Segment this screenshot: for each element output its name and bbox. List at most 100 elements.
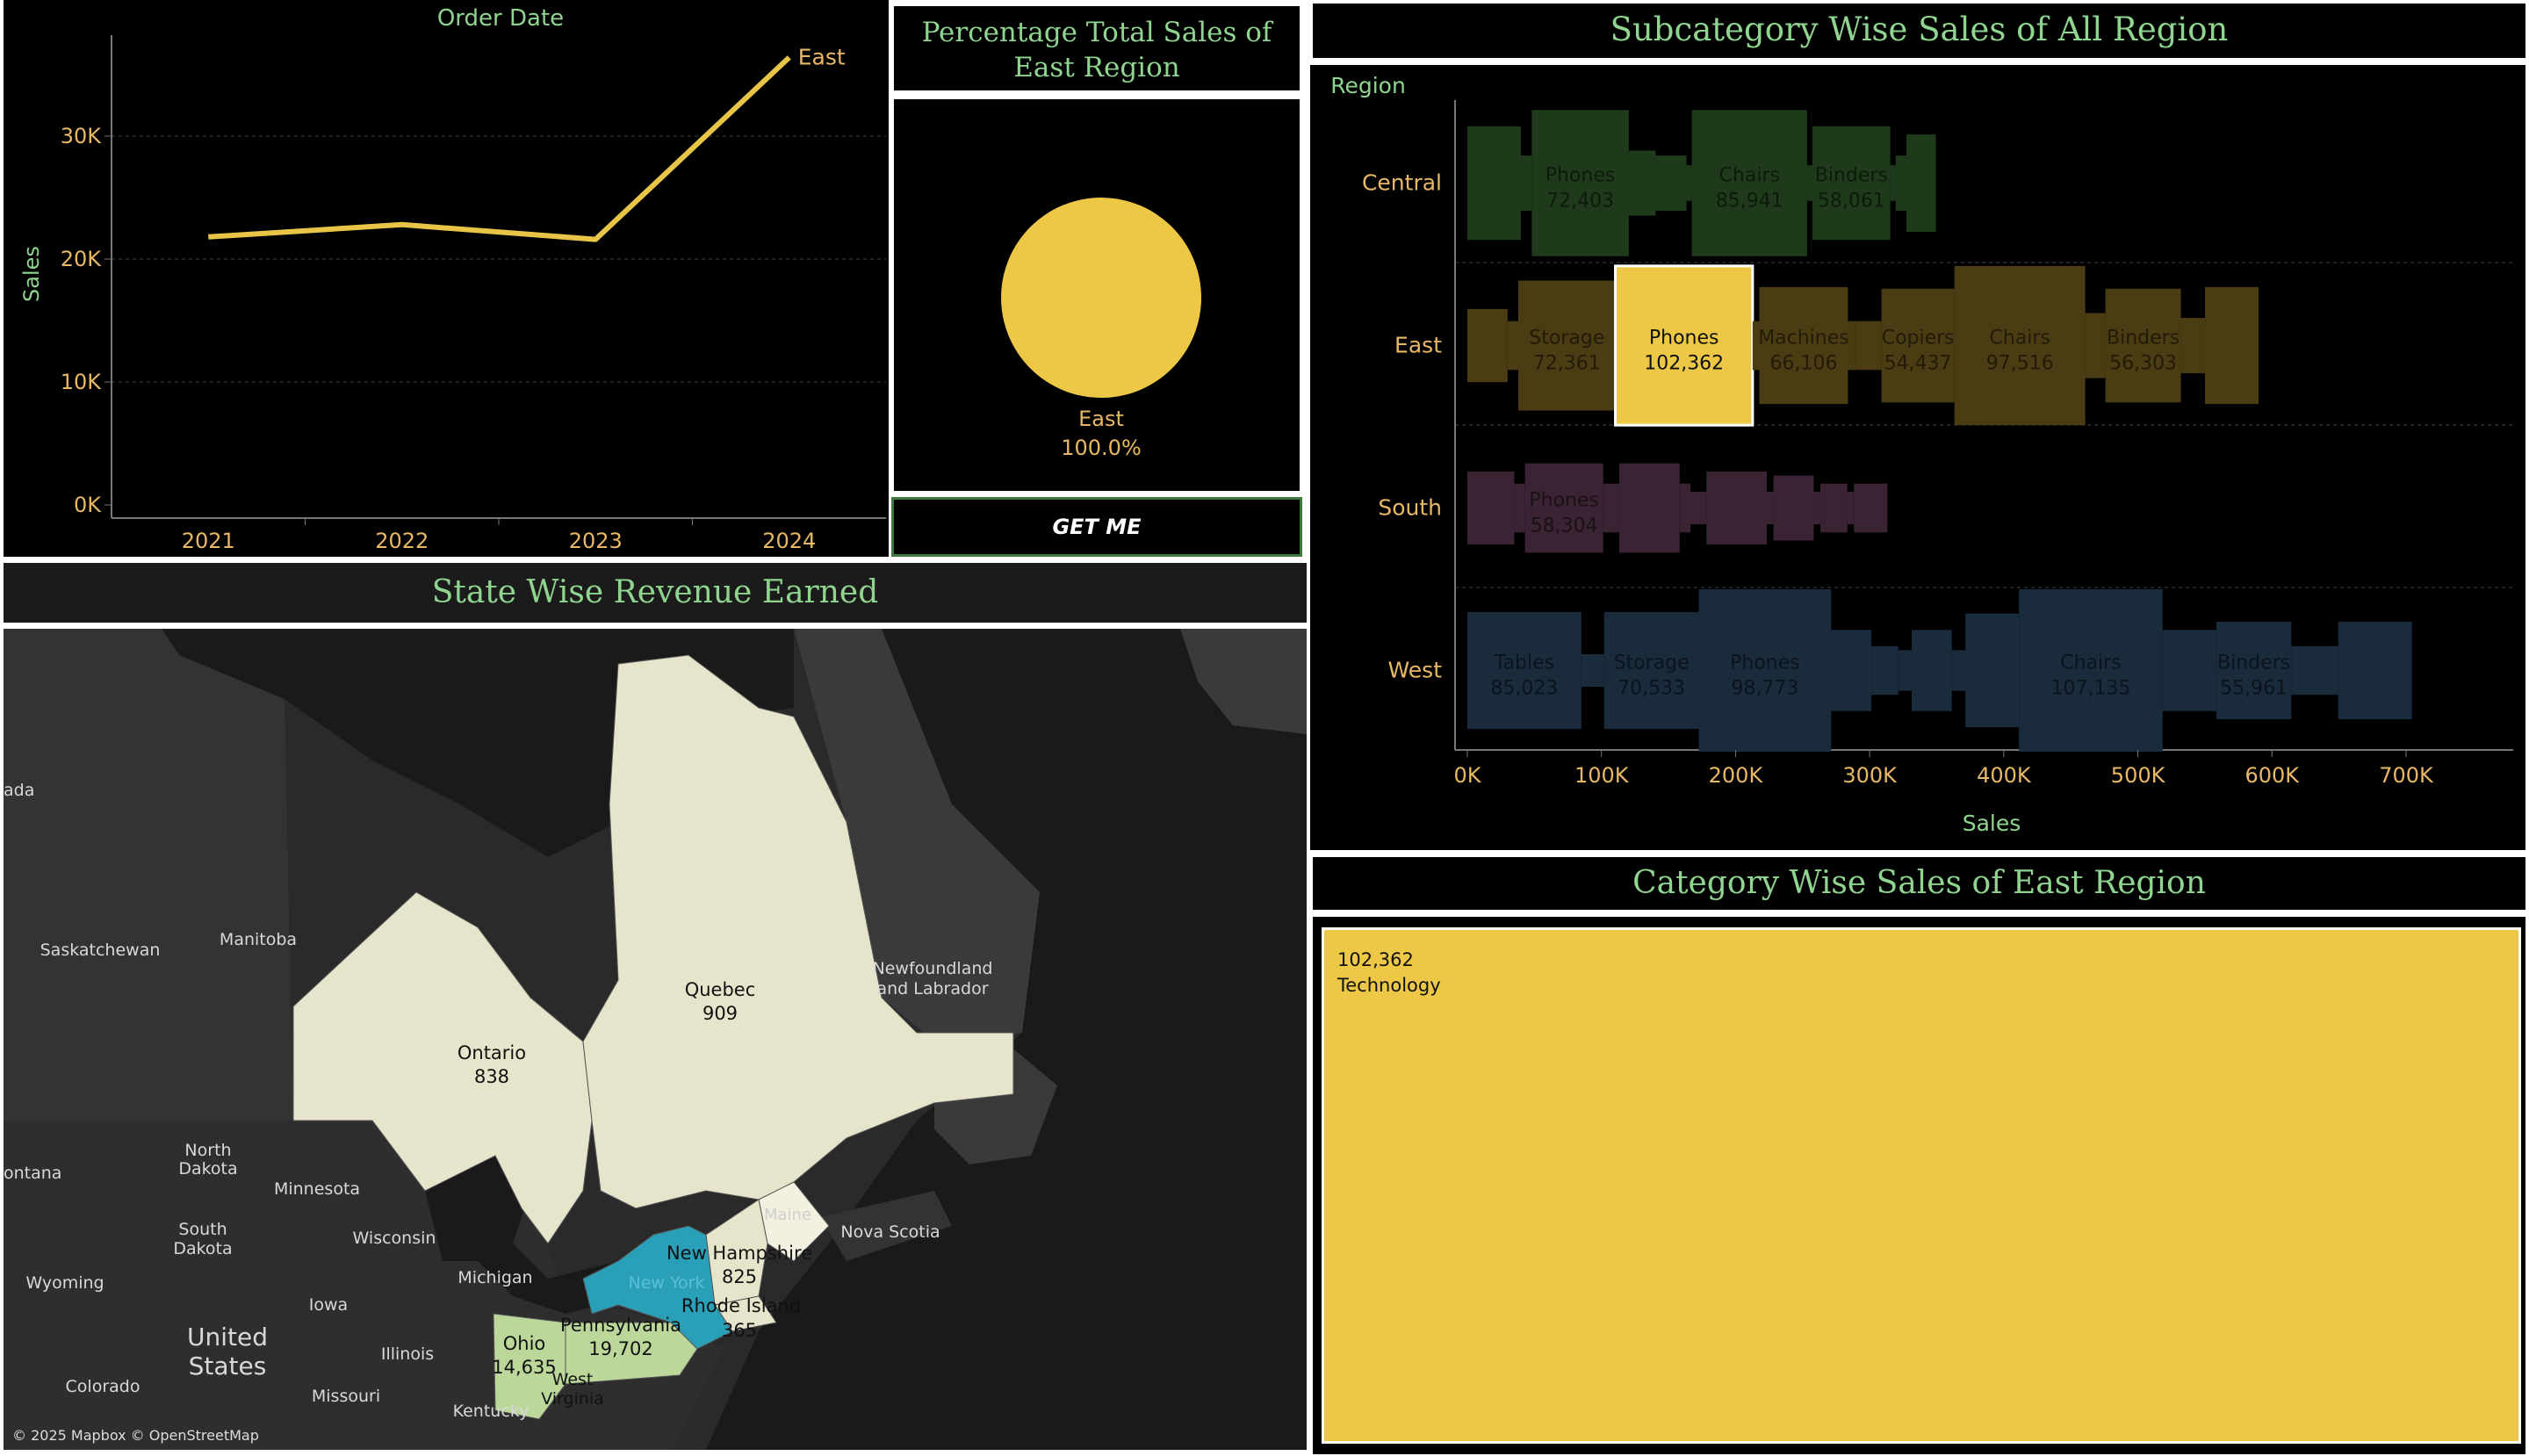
bar-segment-west[interactable] xyxy=(2162,630,2216,711)
bar-segment-east[interactable] xyxy=(2085,313,2106,378)
segment-label: Tables xyxy=(1494,652,1554,674)
bar-segment-east[interactable] xyxy=(2205,286,2259,405)
bar-segment-west[interactable] xyxy=(2291,645,2338,696)
bar-segment-central[interactable] xyxy=(1890,165,1896,201)
bar-segment-west[interactable] xyxy=(1871,645,1899,696)
bar-segment-central[interactable] xyxy=(1655,155,1667,211)
bar-segment-east[interactable] xyxy=(1507,321,1519,371)
segment-label: Phones xyxy=(1546,165,1616,187)
segment-value: 72,403 xyxy=(1546,191,1614,213)
subcategory-panel: Region Central Phones 72,403 Chairs 85,941 Bi… xyxy=(1310,65,2525,850)
bar-segment-east[interactable] xyxy=(1855,321,1882,371)
map-title: State Wise Revenue Earned xyxy=(431,574,879,610)
new-york-label: New York xyxy=(628,1273,704,1293)
segment-label: Binders xyxy=(2217,652,2290,674)
map-place-label: South xyxy=(178,1220,227,1239)
pie-title-bar: Percentage Total Sales of East Region xyxy=(891,4,1302,93)
bar-segment-west[interactable] xyxy=(2338,622,2412,719)
bar-segment-south[interactable] xyxy=(1690,492,1707,524)
treemap-technology[interactable]: 102,362 Technology xyxy=(1322,927,2521,1444)
segment-label: Phones xyxy=(1649,328,1719,350)
bar-segment-central[interactable] xyxy=(1666,155,1687,211)
map-place-label: Illinois xyxy=(381,1344,434,1364)
map-place-label: Wisconsin xyxy=(353,1229,436,1248)
rhode-island-value: 365 xyxy=(722,1320,757,1341)
bar-segment-south[interactable] xyxy=(1679,483,1690,533)
map-place-label: Missouri xyxy=(312,1387,380,1406)
segment-label: Chairs xyxy=(2060,652,2121,674)
bar-segment-east[interactable] xyxy=(2180,318,2206,373)
bar-segment-south[interactable] xyxy=(1706,471,1768,545)
segment-value: 97,516 xyxy=(1986,353,2054,375)
sub-x-tick-label: 700K xyxy=(2379,763,2434,788)
line-chart-panel: Order Date Sales 0K 10K 20K 30K 2021 2022 202… xyxy=(4,0,889,557)
sub-x-tick-label: 500K xyxy=(2111,763,2166,788)
x-tick-label: 2023 xyxy=(569,529,623,553)
segment-value: 70,533 xyxy=(1618,678,1685,700)
bar-segment-west[interactable] xyxy=(1951,650,1966,691)
state-revenue-map[interactable]: Ontario 838 Quebec 909 Ohio 14,635 Penns… xyxy=(4,629,1307,1450)
bar-segment-central[interactable] xyxy=(1521,155,1532,211)
bar-segment-central[interactable] xyxy=(1806,165,1813,201)
map-title-bar: State Wise Revenue Earned xyxy=(4,563,1307,623)
bar-segment-south[interactable] xyxy=(1467,471,1515,545)
bar-segment-west[interactable] xyxy=(1831,630,1872,711)
maine-label: Maine xyxy=(764,1206,811,1224)
pie-slice-east[interactable] xyxy=(1001,198,1201,398)
x-tick-label: 2024 xyxy=(762,529,816,553)
segment-label: Storage xyxy=(1614,652,1690,674)
map-place-label: Dakota xyxy=(178,1159,237,1178)
sub-x-tick-label: 0K xyxy=(1453,763,1481,788)
sub-x-tick-label: 100K xyxy=(1574,763,1630,788)
segment-value: 107,135 xyxy=(2050,678,2130,700)
segment-value: 85,023 xyxy=(1490,678,1558,700)
bar-segment-south[interactable] xyxy=(1603,483,1620,533)
bar-segment-south[interactable] xyxy=(1514,483,1525,533)
region-label-east: East xyxy=(1394,333,1442,358)
bar-segment-west[interactable] xyxy=(1898,650,1912,691)
bar-segment-west[interactable] xyxy=(1965,613,2020,728)
bar-segment-central[interactable] xyxy=(1686,165,1692,201)
bar-segment-south[interactable] xyxy=(1847,492,1855,524)
ontario-label: Ontario xyxy=(458,1042,526,1063)
map-place-label: West xyxy=(552,1370,594,1389)
map-panel[interactable]: Ontario 838 Quebec 909 Ohio 14,635 Penns… xyxy=(4,629,1307,1450)
bar-segment-central[interactable] xyxy=(1628,150,1656,216)
map-place-label: Virginia xyxy=(541,1389,604,1409)
rhode-island-label: Rhode Island xyxy=(681,1295,801,1316)
bar-segment-west[interactable] xyxy=(1911,630,1952,711)
segment-value: 56,303 xyxy=(2109,353,2177,375)
map-place-label: Dakota xyxy=(173,1239,232,1258)
bar-segment-south[interactable] xyxy=(1813,492,1821,524)
bar-segment-south[interactable] xyxy=(1820,483,1848,533)
ohio-label: Ohio xyxy=(503,1333,546,1354)
bar-segment-south[interactable] xyxy=(1767,492,1774,524)
category-title-bar: Category Wise Sales of East Region xyxy=(1310,854,2525,913)
get-me-button[interactable]: GET ME xyxy=(891,497,1302,557)
segment-value: 66,106 xyxy=(1769,353,1837,375)
bar-segment-south[interactable] xyxy=(1854,483,1888,533)
bar-segment-central[interactable] xyxy=(1895,155,1906,211)
bar-segment-central[interactable] xyxy=(1467,126,1522,241)
treemap-category: Technology xyxy=(1337,975,1441,996)
map-place-label: Michigan xyxy=(458,1268,532,1287)
map-place-label: Iowa xyxy=(309,1295,348,1315)
bar-segment-east[interactable] xyxy=(1848,321,1855,371)
bar-segment-south[interactable] xyxy=(1619,463,1680,553)
east-sales-line[interactable] xyxy=(208,55,791,242)
segment-label: Machines xyxy=(1758,328,1849,350)
segment-value: 54,437 xyxy=(1884,353,1952,375)
bar-segment-east[interactable] xyxy=(1467,308,1508,383)
x-tick-label: 2021 xyxy=(182,529,235,553)
bar-segment-central[interactable] xyxy=(1906,134,1936,232)
segment-value: 58,304 xyxy=(1531,515,1598,537)
pennsylvania-label: Pennsylvania xyxy=(560,1315,681,1336)
bar-segment-south[interactable] xyxy=(1773,475,1814,541)
sub-x-tick-label: 300K xyxy=(1842,763,1898,788)
y-tick-label: 10K xyxy=(61,370,103,394)
y-tick-label: 0K xyxy=(74,493,102,517)
segment-label: Binders xyxy=(1815,165,1888,187)
pie-panel: East 100.0% xyxy=(891,97,1302,494)
map-place-label: ada xyxy=(4,781,34,800)
bar-segment-west[interactable] xyxy=(1581,654,1604,687)
